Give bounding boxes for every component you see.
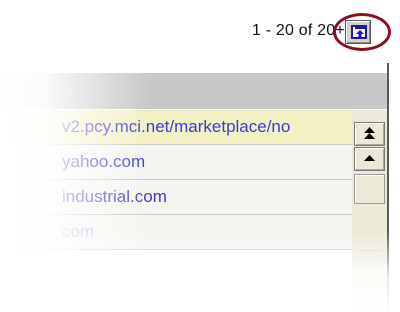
list-item-link[interactable]: com — [62, 222, 94, 241]
list-item-link[interactable]: v2.pcy.mci.net/marketplace/no — [62, 117, 290, 136]
list-item[interactable]: com — [0, 215, 352, 250]
scroll-to-top-button[interactable] — [354, 122, 385, 146]
list-item-link[interactable]: yahoo.com — [62, 152, 145, 171]
move-to-top-button[interactable] — [345, 20, 371, 44]
list-item[interactable]: yahoo.com — [0, 145, 352, 180]
move-to-top-icon — [351, 25, 367, 39]
results-panel: ▽ v2.pcy.mci.net/marketplace/no yahoo.co… — [0, 63, 389, 312]
scroll-thumb[interactable] — [354, 174, 385, 204]
scroll-up-icon — [364, 155, 375, 161]
list-item[interactable]: industrial.com — [0, 180, 352, 215]
scroll-to-top-icon — [364, 127, 375, 139]
scroll-up-button[interactable] — [354, 147, 385, 171]
list-item[interactable]: v2.pcy.mci.net/marketplace/no — [0, 110, 352, 145]
vertical-scrollbar[interactable] — [352, 110, 387, 312]
pager-separator: · — [318, 22, 324, 39]
column-header[interactable]: ▽ — [0, 73, 387, 109]
sort-indicator-icon[interactable]: ▽ — [64, 87, 72, 100]
pager-text: 1 - 20 of 20+ — [252, 22, 345, 39]
list-item-link[interactable]: industrial.com — [62, 187, 167, 206]
scroll-track-divider — [358, 250, 381, 251]
